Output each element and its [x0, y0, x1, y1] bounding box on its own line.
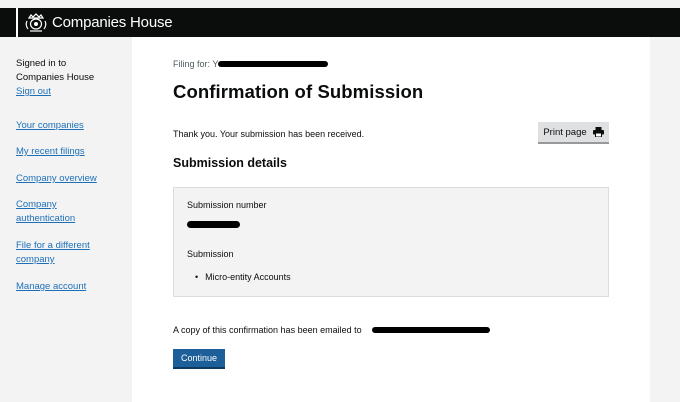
submission-item: Micro-entity Accounts [195, 272, 291, 282]
royal-crest-icon [25, 12, 47, 32]
brand-name: Companies House [52, 14, 173, 31]
print-page-label: Print page [543, 126, 587, 138]
submission-label: Submission [187, 249, 234, 259]
sidebar-link-company-overview[interactable]: Company overview [16, 172, 97, 186]
sidebar: Signed in to Companies House Sign out Yo… [0, 37, 132, 402]
continue-button[interactable]: Continue [173, 349, 225, 369]
submission-item-text: Micro-entity Accounts [205, 272, 291, 282]
submission-details-heading: Submission details [173, 156, 287, 170]
page-title: Confirmation of Submission [173, 81, 424, 102]
printer-icon [592, 127, 604, 137]
signed-in-status: Signed in to Companies House Sign out [16, 57, 94, 99]
submission-details-panel: Submission number Submission Micro-entit… [173, 187, 609, 297]
sidebar-link-recent-filings[interactable]: My recent filings [16, 145, 85, 159]
print-page-button[interactable]: Print page [538, 122, 609, 144]
signed-in-service: Companies House [16, 72, 95, 83]
sidebar-link-your-companies[interactable]: Your companies [16, 119, 84, 133]
sidebar-link-company-authentication[interactable]: Company authentication [16, 198, 96, 226]
redacted-company-name [218, 61, 328, 67]
sign-out-link[interactable]: Sign out [16, 85, 94, 99]
filing-for-label: Filing for: Y [173, 59, 219, 69]
right-margin [650, 37, 680, 402]
email-confirmation-note: A copy of this confirmation has been ema… [173, 325, 362, 335]
signed-in-line: Signed in to [16, 58, 67, 69]
confirmation-message: Thank you. Your submission has been rece… [173, 129, 365, 139]
redacted-submission-number [187, 221, 240, 228]
sidebar-link-manage-account[interactable]: Manage account [16, 280, 86, 294]
sidebar-link-file-different-company[interactable]: File for a different company [16, 239, 114, 267]
companies-house-logo[interactable]: Companies House [16, 8, 173, 37]
submission-number-label: Submission number [187, 200, 267, 210]
redacted-email-address [372, 327, 490, 333]
main-content: Filing for: Y Confirmation of Submission… [132, 37, 650, 402]
header-bar: Companies House [0, 8, 680, 37]
